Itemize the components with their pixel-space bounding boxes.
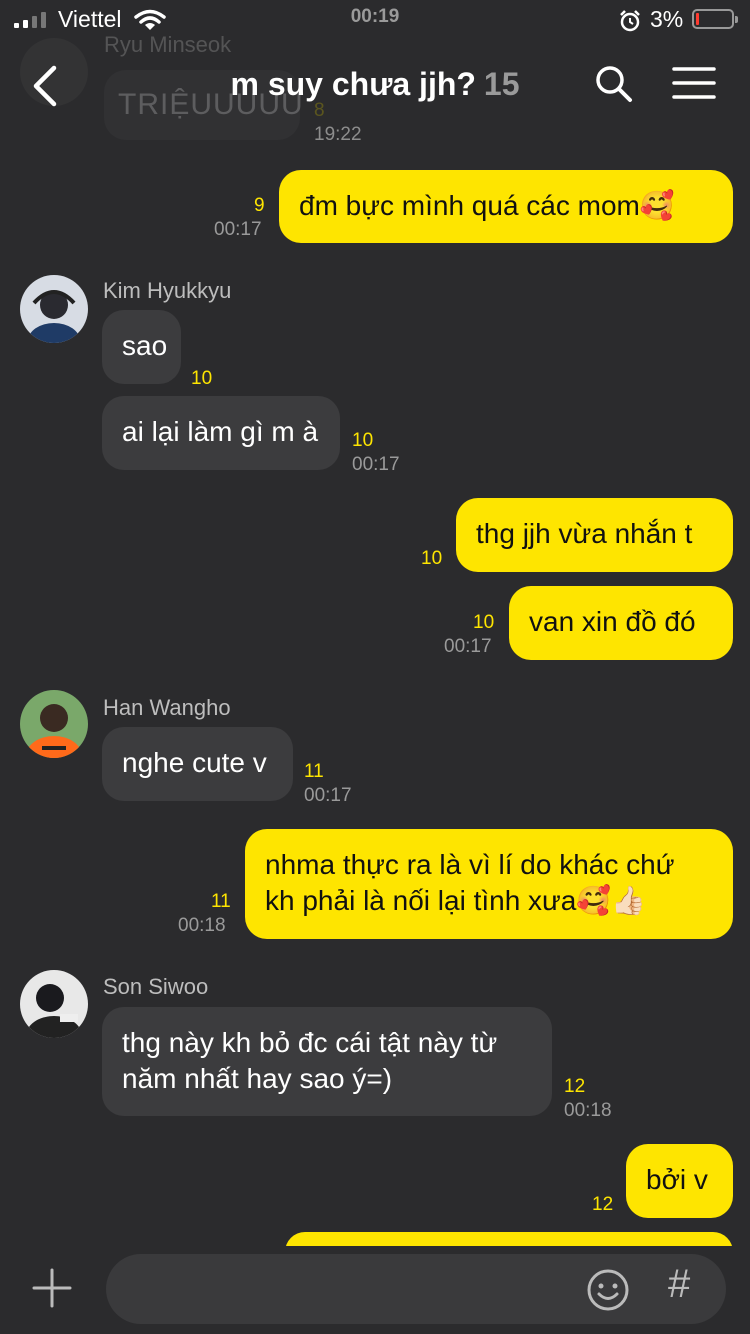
message-time: 00:17 — [304, 785, 352, 806]
message-time: 00:18 — [178, 915, 226, 936]
sender-name: Son Siwoo — [103, 974, 209, 999]
message-time: 00:17 — [214, 219, 262, 240]
search-icon[interactable] — [594, 64, 634, 104]
battery-percent: 3% — [650, 6, 684, 32]
message-text: nghe cute v — [122, 747, 267, 778]
message-text-line: năm nhất hay sao ý=) — [122, 1063, 393, 1094]
chat-header: m suy chưa jjh? 15 — [0, 40, 750, 130]
menu-icon[interactable] — [672, 66, 716, 100]
message-composer: # — [0, 1246, 750, 1334]
message-text-line: thg này kh bỏ đc cái tật này từ — [122, 1027, 498, 1058]
message-bubble-incoming[interactable]: ai lại làm gì m à — [102, 396, 340, 470]
message-bubble-outgoing[interactable]: đm bực mình quá các mom🥰 — [279, 170, 733, 243]
message-bubble-incoming[interactable]: thg này kh bỏ đc cái tật này từ năm nhất… — [102, 1007, 552, 1116]
unread-count: 10 — [421, 548, 443, 569]
message-time: 00:17 — [444, 636, 492, 657]
chat-title: m suy chưa jjh? 15 — [0, 66, 750, 103]
plus-icon[interactable] — [30, 1266, 74, 1310]
message-bubble-outgoing[interactable]: thg jjh vừa nhắn t — [456, 498, 733, 572]
message-time: 00:17 — [352, 454, 400, 475]
avatar-kim-hyukkyu[interactable] — [20, 275, 88, 343]
emoji-icon[interactable] — [586, 1268, 630, 1312]
avatar-han-wangho[interactable] — [20, 690, 88, 758]
status-bar: Viettel 00:19 3% — [0, 0, 750, 40]
message-text-line: nhma thực ra là vì lí do khác chứ — [265, 849, 675, 880]
message-text: van xin đồ đó — [529, 606, 696, 637]
battery-icon — [692, 9, 738, 29]
message-text: bởi v — [646, 1164, 708, 1195]
message-bubble-incoming[interactable]: nghe cute v — [102, 727, 293, 801]
message-text: thg jjh vừa nhắn t — [476, 518, 693, 549]
unread-count: 9 — [254, 195, 265, 216]
message-text: đm bực mình quá các mom🥰 — [299, 190, 675, 221]
unread-count: 10 — [352, 430, 374, 451]
message-text: sao — [122, 330, 168, 361]
alarm-icon — [620, 10, 640, 32]
message-bubble-outgoing[interactable]: van xin đồ đó — [509, 586, 733, 660]
message-bubble-outgoing[interactable]: nhma thực ra là vì lí do khác chứ kh phả… — [245, 829, 733, 939]
message-time: 00:18 — [564, 1100, 612, 1121]
unread-count: 11 — [304, 761, 324, 782]
message-bubble-incoming[interactable]: sao — [102, 310, 181, 384]
unread-count: 12 — [592, 1194, 614, 1215]
sender-name: Han Wangho — [103, 695, 231, 720]
message-text-line: kh phải là nối lại tình xưa🥰👍🏻 — [265, 885, 647, 916]
hashtag-icon[interactable]: # — [668, 1262, 690, 1307]
unread-count: 10 — [191, 368, 213, 389]
message-bubble-outgoing[interactable]: bởi v — [626, 1144, 733, 1218]
message-input[interactable] — [130, 1268, 584, 1312]
unread-count: 11 — [211, 891, 231, 912]
sender-name: Kim Hyukkyu — [103, 278, 232, 303]
message-text: ai lại làm gì m à — [122, 416, 319, 447]
battery-level — [696, 13, 699, 25]
avatar-son-siwoo[interactable] — [20, 970, 88, 1038]
unread-count: 10 — [473, 612, 495, 633]
member-count: 15 — [483, 66, 520, 102]
chat-title-text: m suy chưa jjh? — [230, 66, 476, 102]
message-input-box[interactable]: # — [106, 1254, 726, 1324]
unread-count: 12 — [564, 1076, 586, 1097]
